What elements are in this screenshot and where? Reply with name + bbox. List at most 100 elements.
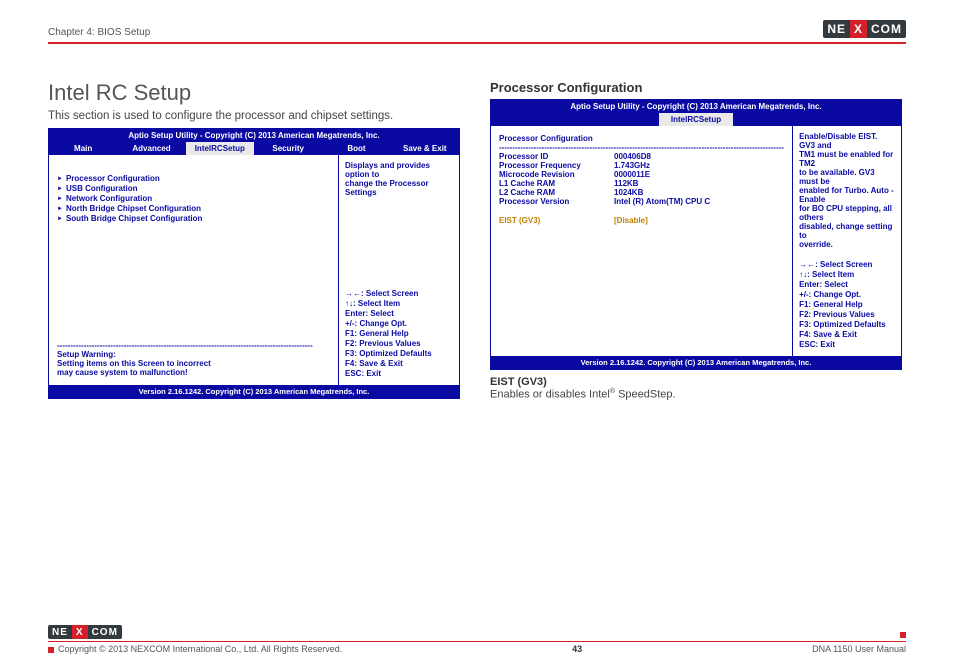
info-key: Processor ID [499,152,614,161]
info-key: Processor Version [499,197,614,206]
page-title: Intel RC Setup [48,80,460,106]
help-line: disabled, change setting to [799,222,895,240]
group-header: Processor Configuration [499,134,784,143]
help-line: override. [799,240,895,249]
bios-tab-boot[interactable]: Boot [322,142,390,155]
option-row-eist[interactable]: EIST (GV3) [Disable] [499,216,784,225]
warn-heading: Setup Warning: [57,350,330,359]
bios-tab-intelrcsetup[interactable]: IntelRCSetup [186,142,254,155]
footer-logo-com: COM [88,625,122,639]
warn-line-2: may cause system to malfunction! [57,368,330,377]
key-help-row: ESC: Exit [345,369,453,379]
info-row-l1cache: L1 Cache RAM112KB [499,179,784,188]
bios-tab-security[interactable]: Security [254,142,322,155]
copyright-text: Copyright © 2013 NEXCOM International Co… [58,644,342,654]
key-help-row: F2: Previous Values [799,310,895,320]
key-help-row: Enter: Select [345,309,453,319]
desc-part-b: SpeedStep. [615,389,676,401]
page-number: 43 [572,644,582,654]
bios-footer-right: Version 2.16.1242. Copyright (C) 2013 Am… [491,356,901,369]
intro-text: This section is used to configure the pr… [48,110,460,122]
menu-item-south-bridge[interactable]: South Bridge Chipset Configuration [57,214,330,223]
info-key: Processor Frequency [499,161,614,170]
bios-tab-intelrcsetup-right[interactable]: IntelRCSetup [659,113,733,126]
menu-item-north-bridge[interactable]: North Bridge Chipset Configuration [57,204,330,213]
bios-help-pane-left: Displays and provides option to change t… [339,155,459,385]
bios-tab-main[interactable]: Main [49,142,117,155]
info-key: L1 Cache RAM [499,179,614,188]
header-divider [48,42,906,44]
bios-panel-right: Aptio Setup Utility - Copyright (C) 2013… [490,99,902,370]
warn-line-1: Setting items on this Screen to incorrec… [57,359,330,368]
info-val: 000406D8 [614,152,651,161]
key-help-row: F3: Optimized Defaults [345,349,453,359]
page-header: Chapter 4: BIOS Setup NE X COM [48,0,906,40]
key-help-row: F1: General Help [799,300,895,310]
desc-part-a: Enables or disables Intel [490,389,610,401]
bios-footer-left: Version 2.16.1242. Copyright (C) 2013 Am… [49,385,459,398]
footer-top-row: NE X COM [48,625,906,639]
right-column: Processor Configuration Aptio Setup Util… [490,80,902,401]
key-help-row: F3: Optimized Defaults [799,320,895,330]
footer-logo: NE X COM [48,625,122,639]
key-help-row: F4: Save & Exit [799,330,895,340]
menu-item-network-config[interactable]: Network Configuration [57,194,330,203]
bios-tab-advanced[interactable]: Advanced [117,142,185,155]
help-line: enabled for Turbo. Auto - Enable [799,186,895,204]
bios-body-left: Processor Configuration USB Configuratio… [49,155,459,385]
key-help-row: +/-: Change Opt. [345,319,453,329]
bios-body-right: Processor Configuration ----------------… [491,126,901,356]
help-line: to be available. GV3 must be [799,168,895,186]
key-help-row: Enter: Select [799,280,895,290]
menu-item-processor-config[interactable]: Processor Configuration [57,174,330,183]
footer-bottom-row: Copyright © 2013 NEXCOM International Co… [48,641,906,654]
key-help-row: F4: Save & Exit [345,359,453,369]
bios-help-text: Displays and provides option to change t… [345,161,453,197]
info-val: 1.743GHz [614,161,650,170]
key-help-row: ↑↓: Select Item [799,270,895,280]
option-key: EIST (GV3) [499,216,614,225]
key-help-row: ↑↓: Select Item [345,299,453,309]
info-row-processor-id: Processor ID000406D8 [499,152,784,161]
group-divider: ----------------------------------------… [499,143,784,152]
info-key: L2 Cache RAM [499,188,614,197]
bios-panel-left: Aptio Setup Utility - Copyright (C) 2013… [48,128,460,399]
info-key: Microcode Revision [499,170,614,179]
info-row-version: Processor VersionIntel (R) Atom(TM) CPU … [499,197,784,206]
bios-help-pane-right: Enable/Disable EIST. GV3 and TM1 must be… [793,126,901,356]
logo-seg-ne: NE [823,20,850,38]
chapter-label: Chapter 4: BIOS Setup [48,27,150,38]
bios-tabs-left: Main Advanced IntelRCSetup Security Boot… [49,142,459,155]
info-val: 0000011E [614,170,650,179]
bios-tabs-right: IntelRCSetup [491,113,901,126]
help-line-2: change the Processor Settings [345,179,453,197]
key-help-row: →←: Select Screen [345,289,453,299]
footer-logo-ne: NE [48,625,72,639]
warn-divider: ----------------------------------------… [57,341,330,350]
processor-config-heading: Processor Configuration [490,80,902,95]
key-help-row: F2: Previous Values [345,339,453,349]
menu-item-usb-config[interactable]: USB Configuration [57,184,330,193]
option-label-eist: EIST (GV3) [490,376,902,388]
bios-key-help-right: →←: Select Screen ↑↓: Select Item Enter:… [799,260,895,350]
doc-name: DNA 1150 User Manual [812,644,906,654]
decorative-box-icon [48,647,54,653]
bios-menu-pane: Processor Configuration USB Configuratio… [49,155,339,385]
logo-seg-com: COM [867,20,906,38]
content-columns: Intel RC Setup This section is used to c… [48,80,906,401]
bios-help-text-right: Enable/Disable EIST. GV3 and TM1 must be… [799,132,895,249]
bios-warning-block: ----------------------------------------… [57,341,330,377]
footer-logo-x: X [72,625,88,639]
key-help-row: F1: General Help [345,329,453,339]
option-desc-eist: Enables or disables Intel® SpeedStep. [490,388,902,401]
key-help-row: →←: Select Screen [799,260,895,270]
bios-tab-save-exit[interactable]: Save & Exit [391,142,459,155]
info-row-microcode: Microcode Revision0000011E [499,170,784,179]
info-row-l2cache: L2 Cache RAM1024KB [499,188,784,197]
bios-title-right: Aptio Setup Utility - Copyright (C) 2013… [491,100,901,113]
logo-seg-x: X [850,20,867,38]
page-footer: NE X COM Copyright © 2013 NEXCOM Interna… [48,625,906,654]
help-line: Enable/Disable EIST. GV3 and [799,132,895,150]
info-val: 1024KB [614,188,643,197]
info-row-frequency: Processor Frequency1.743GHz [499,161,784,170]
